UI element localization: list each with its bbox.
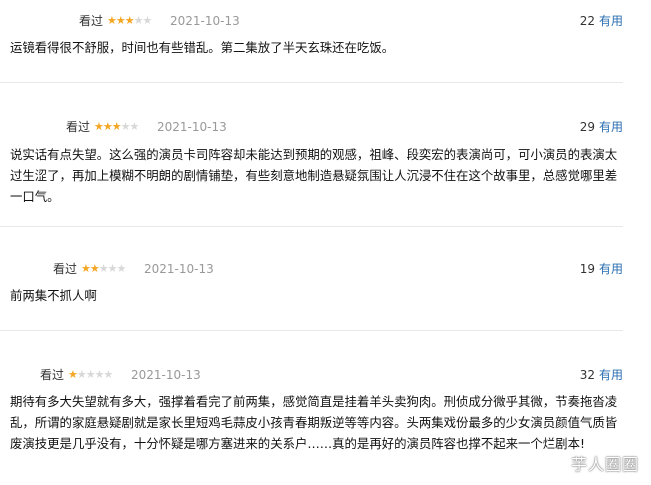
star-filled-icon: ★ [107,14,117,27]
review-date: 2021-10-13 [170,14,240,28]
vote-count: 32 [579,368,595,382]
rating-stars: ★★★★★ [81,260,127,278]
star-filled-icon: ★ [81,262,91,275]
review-meta: 看过 ★★★★★ 2021-10-13 32 有用 [0,366,623,384]
review-text: 说实话有点失望。这么强的演员卡司阵容却未能达到预期的观感，祖峰、段奕宏的表演尚可… [10,147,618,204]
star-filled-icon: ★ [115,14,126,27]
star-empty-icon: ★ [116,262,127,275]
useful-button[interactable]: 有用 [599,14,623,28]
useful-button[interactable]: 有用 [599,120,623,134]
review-text: 前两集不抓人啊 [10,288,97,303]
watermark: 芋人圈圈 [570,455,639,474]
review-text: 期待有多大失望就有多大，强撑着看完了前两集，感觉简直是挂着羊头卖狗肉。刑侦成分微… [10,394,618,451]
vote-count: 22 [579,14,595,28]
divider [0,226,623,227]
review-date: 2021-10-13 [157,120,227,134]
star-empty-icon: ★ [133,14,144,27]
rating-stars: ★★★★★ [68,366,114,384]
vote-area: 19 有用 [580,260,623,278]
watch-status: 看过 [53,262,78,276]
star-filled-icon: ★ [89,262,100,275]
star-filled-icon: ★ [124,14,135,27]
divider [0,330,623,331]
star-empty-icon: ★ [120,120,131,133]
review-date: 2021-10-13 [144,262,214,276]
star-empty-icon: ★ [98,262,109,275]
star-filled-icon: ★ [102,120,113,133]
rating-stars: ★★★★★ [107,12,153,30]
star-empty-icon: ★ [107,262,118,275]
star-empty-icon: ★ [94,368,105,381]
vote-count: 19 [579,262,595,276]
star-empty-icon: ★ [142,14,153,27]
review-meta: 看过 ★★★★★ 2021-10-13 19 有用 [0,260,623,278]
useful-button[interactable]: 有用 [599,368,623,382]
star-empty-icon: ★ [76,368,87,381]
star-filled-icon: ★ [94,120,104,133]
star-filled-icon: ★ [68,368,78,381]
star-empty-icon: ★ [85,368,96,381]
review-date: 2021-10-13 [131,368,201,382]
divider [0,82,623,83]
star-empty-icon: ★ [129,120,140,133]
star-filled-icon: ★ [111,120,122,133]
review-meta: 看过 ★★★★★ 2021-10-13 22 有用 [0,12,623,30]
vote-area: 32 有用 [580,366,623,384]
star-empty-icon: ★ [103,368,114,381]
vote-area: 29 有用 [580,118,623,136]
review-meta: 看过 ★★★★★ 2021-10-13 29 有用 [0,118,623,136]
watch-status: 看过 [79,14,104,28]
vote-count: 29 [579,120,595,134]
watch-status: 看过 [66,120,91,134]
watch-status: 看过 [40,368,65,382]
vote-area: 22 有用 [580,12,623,30]
review-text: 运镜看得很不舒服，时间也有些错乱。第二集放了半天玄珠还在吃饭。 [10,40,395,55]
rating-stars: ★★★★★ [94,118,140,136]
useful-button[interactable]: 有用 [599,262,623,276]
